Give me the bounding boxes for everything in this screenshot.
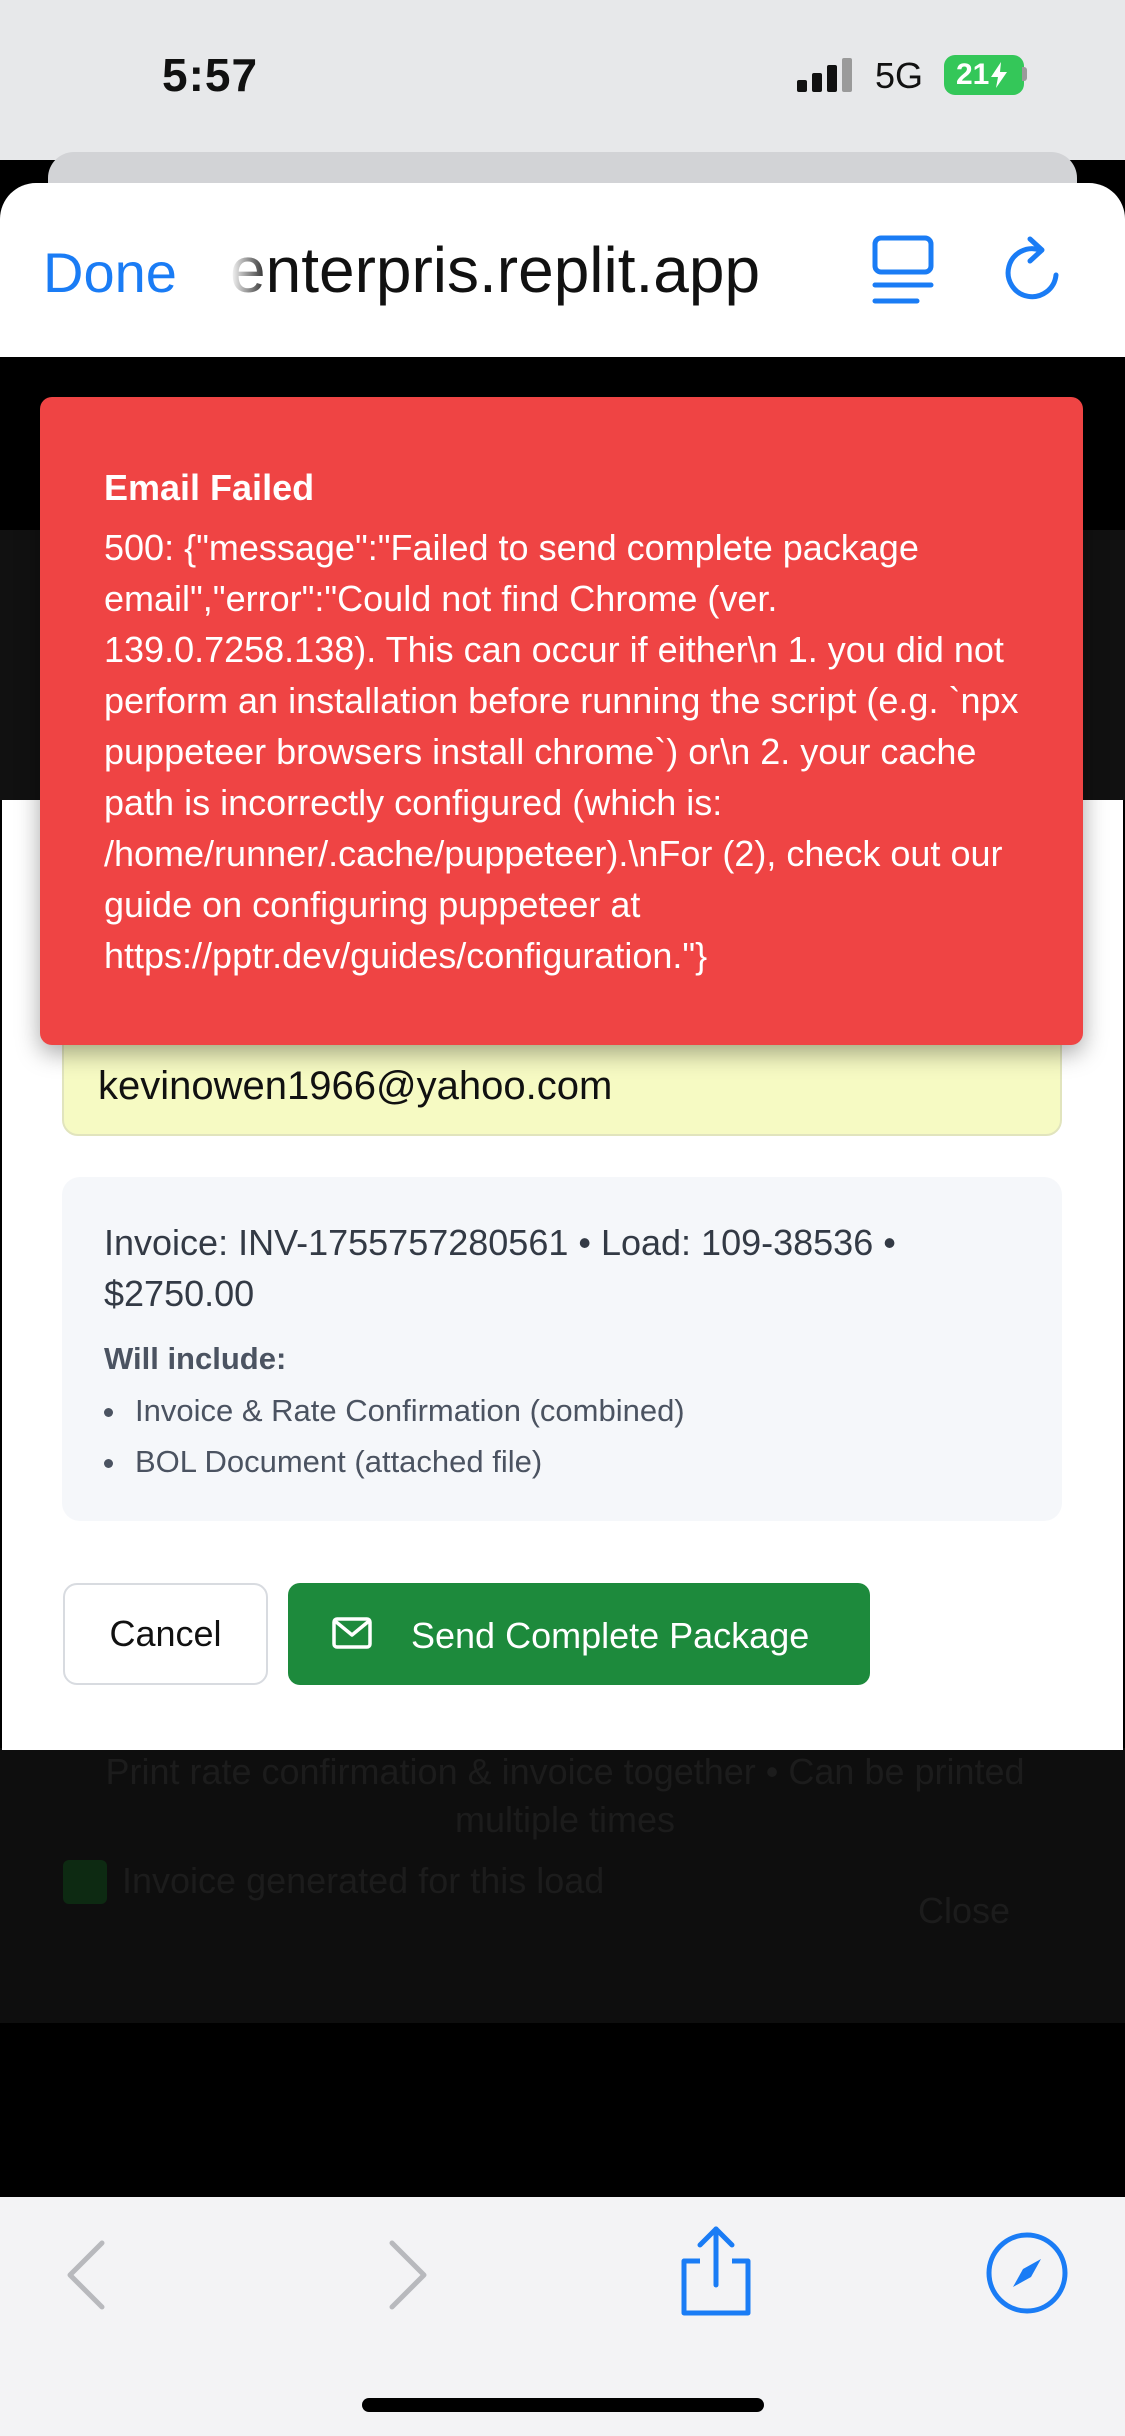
include-item: BOL Document (attached file) [104,1444,542,1480]
reload-icon[interactable] [1000,235,1068,307]
status-bar: 5:57 5G 21 [0,0,1125,160]
cellular-signal-icon [797,58,852,92]
package-summary: Invoice: INV-1755757280561 • Load: 109-3… [62,1177,1062,1521]
close-button[interactable]: Close [918,1890,1010,1932]
recipient-email-value: kevinowen1966@yahoo.com [98,1064,613,1108]
battery-indicator: 21 [944,55,1024,95]
print-note: Print rate confirmation & invoice togeth… [105,1751,1025,1840]
url-display[interactable]: enterpris.replit.app [230,233,830,313]
bullet-icon [104,1459,113,1469]
invoice-generated-check-icon [63,1860,107,1904]
forward-icon[interactable] [384,2239,432,2311]
cancel-button[interactable]: Cancel [63,1583,268,1685]
share-icon[interactable] [676,2225,756,2317]
toast-title: Email Failed [104,467,315,508]
done-button[interactable]: Done [43,240,177,305]
battery-nub [1022,67,1027,81]
include-item-label: Invoice & Rate Confirmation (combined) [135,1393,685,1428]
send-complete-package-button[interactable]: Send Complete Package [288,1583,870,1685]
status-time: 5:57 [162,49,259,101]
mail-icon [332,1617,372,1649]
compass-icon[interactable] [985,2231,1069,2315]
network-type: 5G [875,55,924,96]
include-item-label: BOL Document (attached file) [135,1444,543,1479]
url-text: enterpris.replit.app [230,234,761,306]
charging-bolt-icon [991,62,1008,88]
browser-header: Done enterpris.replit.app [0,183,1125,357]
will-include-label: Will include: [104,1341,287,1376]
bullet-icon [104,1408,113,1418]
invoice-summary-line: Invoice: INV-1755757280561 • Load: 109-3… [104,1222,896,1314]
page-dimmed-footer: Print rate confirmation & invoice togeth… [0,1748,1125,2023]
error-toast[interactable]: Email Failed 500: {"message":"Failed to … [40,397,1083,1045]
reader-view-icon[interactable] [872,235,934,307]
toast-message: 500: {"message":"Failed to send complete… [104,527,1019,976]
url-fade [230,233,270,313]
back-icon[interactable] [62,2239,110,2311]
send-button-label: Send Complete Package [411,1615,810,1656]
include-item: Invoice & Rate Confirmation (combined) [104,1393,685,1429]
invoice-generated-text: Invoice generated for this load [122,1860,605,1901]
home-indicator [362,2398,764,2412]
battery-level: 21 [956,58,990,91]
